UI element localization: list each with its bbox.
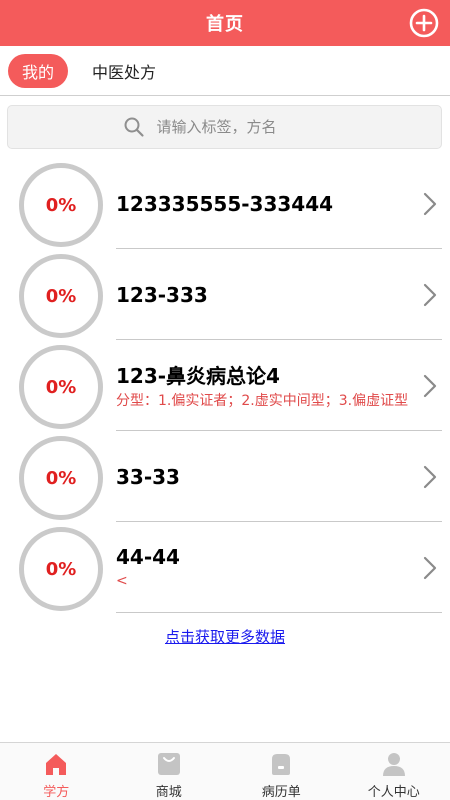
plus-circle-icon [409, 8, 439, 38]
home-icon [46, 754, 67, 775]
nav-item-mall[interactable]: 商城 [113, 743, 226, 800]
chevron-right-icon [423, 192, 437, 216]
progress-percent: 0% [45, 194, 77, 216]
load-more: 点击获取更多数据 [0, 626, 450, 647]
progress-percent: 0% [45, 467, 77, 489]
progress-ring: 0% [19, 436, 103, 520]
nav-item-profile[interactable]: 个人中心 [338, 743, 450, 800]
bottom-nav: 学方 商城 病历单 个人中心 [0, 742, 450, 800]
shopping-bag-icon [157, 753, 180, 775]
medical-record-icon [272, 754, 291, 775]
progress-ring: 0% [19, 163, 103, 247]
search-bar [7, 105, 442, 149]
user-icon [382, 753, 405, 776]
nav-label: 商城 [155, 785, 182, 800]
item-title: 123-鼻炎病总论4 [116, 364, 280, 388]
app-header: 首页 [0, 0, 450, 46]
divider [116, 612, 442, 613]
list-item[interactable]: 0% 123-333 [0, 249, 450, 340]
item-title: 123335555-333444 [116, 191, 334, 216]
tab-bar: 我的 中医处方 [0, 46, 450, 96]
chevron-right-icon [423, 465, 437, 489]
nav-item-study[interactable]: 学方 [0, 743, 113, 800]
list-item[interactable]: 0% 123-鼻炎病总论4 分型：1.偏实证者；2.虚实中间型；3.偏虚证型 [0, 340, 450, 431]
progress-percent: 0% [45, 376, 77, 398]
item-title: 123-333 [116, 282, 208, 307]
nav-label: 个人中心 [367, 785, 420, 800]
search-icon [124, 117, 144, 137]
tab-tcm-prescription[interactable]: 中医处方 [78, 54, 170, 88]
item-subtitle: < [116, 572, 128, 589]
progress-percent: 0% [45, 285, 77, 307]
item-title: 33-33 [116, 464, 180, 489]
list-item[interactable]: 0% 123335555-333444 [0, 158, 450, 249]
progress-ring: 0% [19, 345, 103, 429]
progress-percent: 0% [45, 558, 77, 580]
progress-ring: 0% [19, 527, 103, 611]
chevron-right-icon [423, 283, 437, 307]
nav-label: 病历单 [261, 785, 301, 800]
search-input[interactable] [156, 118, 327, 136]
prescription-list: 0% 123335555-333444 0% 123-333 0% 123-鼻炎… [0, 158, 450, 613]
chevron-right-icon [423, 374, 437, 398]
nav-label: 学方 [43, 785, 70, 800]
page-title: 首页 [206, 14, 244, 35]
load-more-link[interactable]: 点击获取更多数据 [165, 628, 285, 646]
progress-ring: 0% [19, 254, 103, 338]
chevron-right-icon [423, 556, 437, 580]
add-button[interactable] [408, 7, 440, 39]
nav-item-medical-record[interactable]: 病历单 [225, 743, 338, 800]
tab-mine[interactable]: 我的 [8, 53, 69, 88]
item-subtitle: 分型：1.偏实证者；2.虚实中间型；3.偏虚证型 [116, 393, 409, 409]
item-title: 44-44 [116, 544, 180, 569]
list-item[interactable]: 0% 33-33 [0, 431, 450, 522]
list-item[interactable]: 0% 44-44 < [0, 522, 450, 613]
